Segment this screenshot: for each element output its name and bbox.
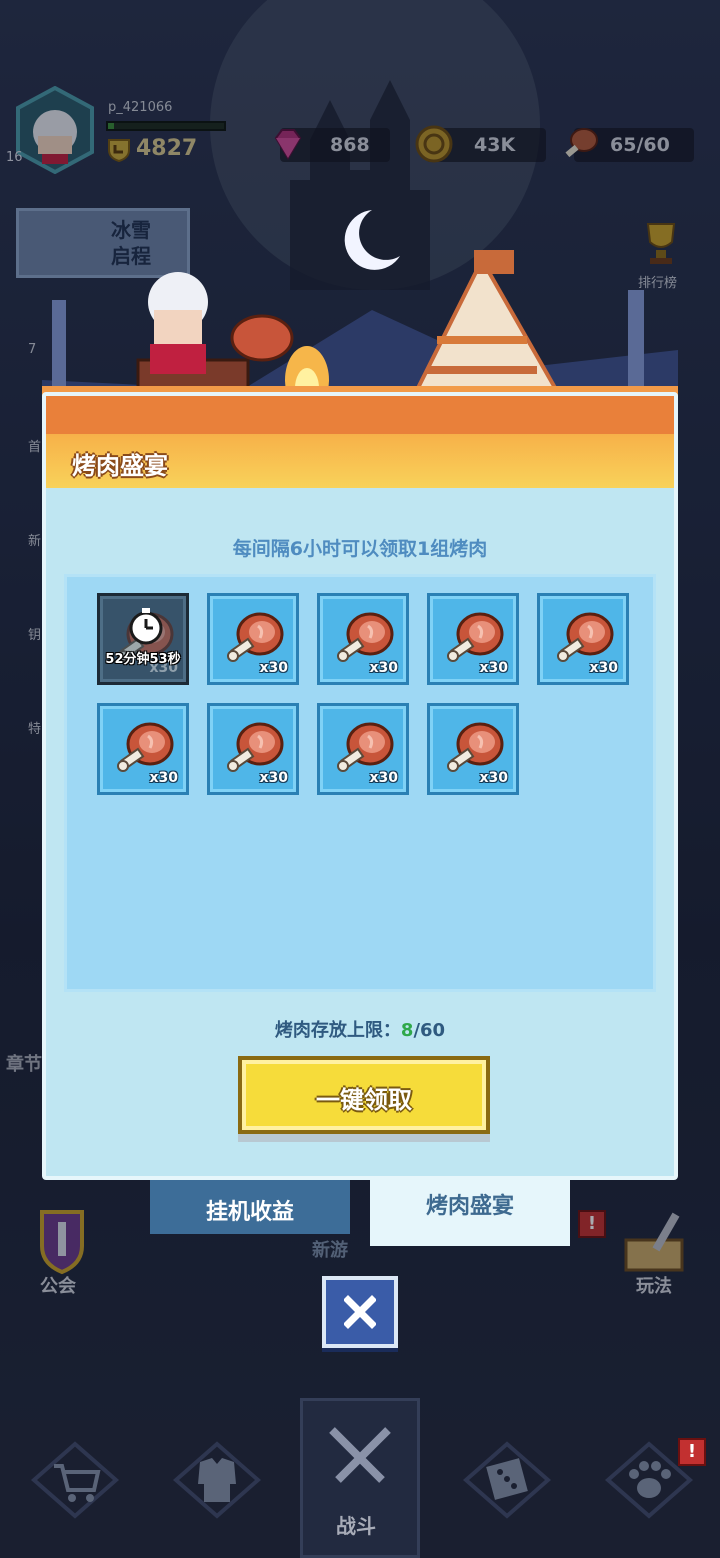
meat-slot[interactable]: x30 bbox=[427, 703, 519, 795]
claim-all-button[interactable]: 一键领取 bbox=[238, 1056, 490, 1134]
meat-slot-locked[interactable]: x30 52分钟53秒 bbox=[97, 593, 189, 685]
tab-idle-income-label: 挂机收益 bbox=[205, 1200, 294, 1225]
meat-slot[interactable]: x30 bbox=[207, 593, 299, 685]
storage-max: /60 bbox=[413, 1020, 446, 1041]
armor-icon[interactable] bbox=[172, 1440, 262, 1520]
meat-slot[interactable]: x30 bbox=[317, 593, 409, 685]
meat-feast-panel: 烤肉盛宴 每间隔6小时可以领取1组烤肉 x30 52分钟53秒 x30 x30 x30 x… bbox=[42, 392, 678, 1180]
tab-meat-feast-label: 烤肉盛宴 bbox=[425, 1194, 514, 1219]
slot-quantity: x30 bbox=[479, 660, 508, 676]
slot-quantity: x30 bbox=[589, 660, 618, 676]
tab-idle-income[interactable]: 挂机收益 bbox=[150, 1180, 350, 1234]
meat-slot[interactable]: x30 bbox=[207, 703, 299, 795]
close-icon bbox=[344, 1295, 376, 1329]
stopwatch-icon bbox=[129, 608, 163, 645]
slot-quantity: x30 bbox=[259, 770, 288, 786]
meat-slot[interactable]: x30 bbox=[317, 703, 409, 795]
storage-current: 8 bbox=[400, 1020, 414, 1041]
slot-quantity: x30 bbox=[259, 660, 288, 676]
meat-slot[interactable]: x30 bbox=[97, 703, 189, 795]
panel-subtitle: 每间隔6小时可以领取1组烤肉 bbox=[232, 538, 488, 560]
slot-quantity: x30 bbox=[149, 770, 178, 786]
meat-slot-grid: x30 52分钟53秒 x30 x30 x30 x30 x30 x30 x30 x30 bbox=[64, 574, 656, 992]
slot-quantity: x30 bbox=[479, 770, 508, 786]
slot-quantity: x30 bbox=[369, 770, 398, 786]
pet-alert-badge: ! bbox=[678, 1438, 706, 1466]
slot-timer: 52分钟53秒 bbox=[105, 652, 181, 667]
crescent-moon-icon bbox=[344, 210, 400, 270]
dice-icon[interactable] bbox=[462, 1440, 552, 1520]
meat-slot[interactable]: x30 bbox=[537, 593, 629, 685]
storage-limit: 烤肉存放上限：8/60 bbox=[46, 1016, 674, 1042]
slot-quantity: x30 bbox=[369, 660, 398, 676]
panel-header-sand bbox=[46, 396, 674, 434]
meat-slot[interactable]: x30 bbox=[427, 593, 519, 685]
claim-all-label: 一键领取 bbox=[316, 1086, 412, 1114]
panel-title: 烤肉盛宴 bbox=[72, 452, 168, 480]
tent-icon bbox=[408, 255, 566, 402]
crossed-swords-icon bbox=[329, 1427, 391, 1483]
nav-battle-label: 战斗 bbox=[336, 1514, 376, 1538]
storage-label: 烤肉存放上限： bbox=[274, 1020, 401, 1041]
tab-meat-feast[interactable]: 烤肉盛宴 bbox=[370, 1176, 570, 1246]
close-button[interactable] bbox=[322, 1276, 398, 1348]
shop-cart-icon[interactable] bbox=[30, 1440, 120, 1520]
